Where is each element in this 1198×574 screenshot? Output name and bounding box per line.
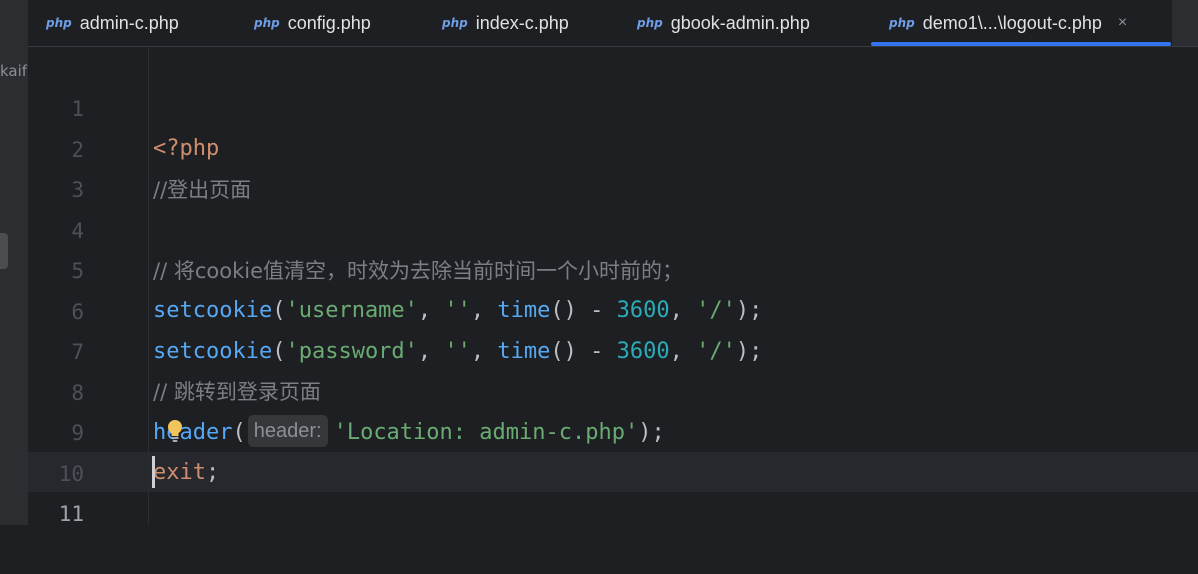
php-file-icon: php: [254, 16, 280, 30]
tab-label: demo1\...\logout-c.php: [922, 12, 1102, 33]
tab-label: gbook-admin.php: [670, 12, 810, 33]
code-line: 3: [28, 130, 1198, 202]
tab-config[interactable]: php config.php: [233, 0, 421, 46]
tab-label: config.php: [287, 12, 371, 33]
code-line: 10: [28, 414, 1198, 486]
code-line: 4 // 将cookie值清空，时效为去除当前时间一个小时前的；: [28, 171, 1198, 283]
text-caret: [152, 456, 155, 488]
tab-index-c[interactable]: php index-c.php: [421, 0, 619, 46]
project-panel-strip: kaif: [0, 0, 29, 525]
tab-label: index-c.php: [475, 12, 569, 33]
code-editor[interactable]: 1 <?php 2 //登出页面 3 4 // 将cookie值清空，时效为去除…: [28, 47, 1198, 526]
code-line: 7 // 跳转到登录页面: [28, 292, 1198, 404]
panel-scroll-handle[interactable]: [0, 233, 8, 269]
php-file-icon: php: [889, 16, 915, 30]
tab-logout-c[interactable]: php demo1\...\logout-c.php ×: [871, 0, 1171, 46]
code-line: 9 exit;: [28, 373, 1198, 485]
tab-overflow[interactable]: [1172, 0, 1198, 46]
active-tab-indicator: [871, 42, 1171, 46]
code-line: 2 //登出页面: [28, 90, 1198, 202]
code-line: 11: [28, 454, 1198, 526]
php-file-icon: php: [442, 16, 468, 30]
tab-label: admin-c.php: [79, 12, 179, 33]
editor-tab-bar: php admin-c.php php config.php php index…: [28, 0, 1198, 47]
line-number: 11: [58, 502, 84, 526]
php-file-icon: php: [637, 16, 663, 30]
project-panel-label: kaif: [0, 62, 28, 80]
tab-admin-c[interactable]: php admin-c.php: [28, 0, 233, 46]
lightbulb-icon[interactable]: [166, 419, 184, 443]
php-file-icon: php: [46, 16, 72, 30]
close-tab-icon[interactable]: ×: [1118, 14, 1127, 32]
code-line: 8 header(header: 'Location: admin-c.php')…: [28, 333, 1198, 447]
code-line: 5 setcookie('username', '', time() - 360…: [28, 211, 1198, 323]
tab-gbook-admin[interactable]: php gbook-admin.php: [619, 0, 871, 46]
code-line: 1 <?php: [28, 49, 1198, 161]
code-line: 6 setcookie('password', '', time() - 360…: [28, 252, 1198, 364]
